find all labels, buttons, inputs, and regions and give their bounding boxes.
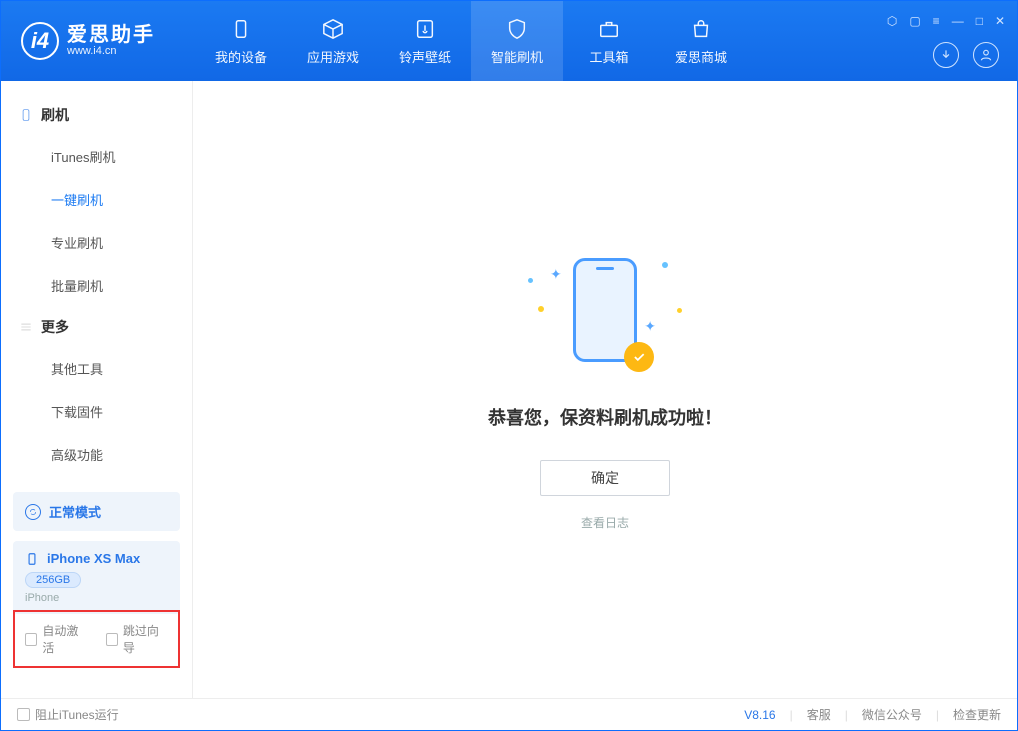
sidebar: 刷机 iTunes刷机 一键刷机 专业刷机 批量刷机 更多 其他工具 下载固件 … xyxy=(1,81,193,698)
download-button[interactable] xyxy=(933,42,959,68)
success-message: 恭喜您，保资料刷机成功啦！ xyxy=(488,404,722,430)
briefcase-icon xyxy=(597,17,621,41)
user-button[interactable] xyxy=(973,42,999,68)
sparkle-dot-icon xyxy=(677,308,682,313)
close-button[interactable]: ✕ xyxy=(995,14,1005,28)
logo-icon: i4 xyxy=(21,22,59,60)
device-info-box[interactable]: iPhone XS Max 256GB iPhone xyxy=(13,541,180,614)
sidebar-section-flash: 刷机 xyxy=(1,95,192,135)
nav-toolbox[interactable]: 工具箱 xyxy=(563,1,655,81)
feedback-icon[interactable]: ▢ xyxy=(909,14,920,28)
checkbox-label: 自动激活 xyxy=(42,622,87,656)
maximize-button[interactable]: □ xyxy=(976,14,983,28)
checkbox-skip-guide[interactable]: 跳过向导 xyxy=(106,622,169,656)
sidebar-item-oneclick-flash[interactable]: 一键刷机 xyxy=(1,178,192,221)
support-link[interactable]: 客服 xyxy=(807,706,831,723)
sparkle-dot-icon xyxy=(528,278,533,283)
sidebar-item-pro-flash[interactable]: 专业刷机 xyxy=(1,221,192,264)
nav-smart-flash[interactable]: 智能刷机 xyxy=(471,1,563,81)
nav-label: 我的设备 xyxy=(215,47,267,66)
version-label: V8.16 xyxy=(744,708,775,722)
header: i4 爱思助手 www.i4.cn 我的设备 应用游戏 铃声壁纸 智能刷机 工具… xyxy=(1,1,1017,81)
view-log-link[interactable]: 查看日志 xyxy=(581,514,629,531)
sparkle-dot-icon xyxy=(538,306,544,312)
sidebar-section-more: 更多 xyxy=(1,307,192,347)
sidebar-item-itunes-flash[interactable]: iTunes刷机 xyxy=(1,135,192,178)
device-mode: 正常模式 xyxy=(49,502,101,521)
sparkle-dot-icon xyxy=(662,262,668,268)
device-icon xyxy=(229,17,253,41)
checkmark-badge-icon xyxy=(624,342,654,372)
logo-text-block: 爱思助手 www.i4.cn xyxy=(67,25,155,57)
divider: | xyxy=(936,708,939,722)
success-illustration: ✦ ✦ xyxy=(520,248,690,378)
list-icon xyxy=(19,320,33,334)
sidebar-item-download-firmware[interactable]: 下载固件 xyxy=(1,390,192,433)
tshirt-icon[interactable]: ⬡ xyxy=(887,14,897,28)
window-controls: ⬡ ▢ ≡ — □ ✕ xyxy=(887,14,1005,28)
phone-icon xyxy=(25,552,39,566)
music-icon xyxy=(413,17,437,41)
nav-label: 智能刷机 xyxy=(491,47,543,66)
header-actions xyxy=(933,42,1005,68)
sparkle-icon: ✦ xyxy=(644,318,656,335)
checkbox-block-itunes[interactable]: 阻止iTunes运行 xyxy=(17,706,119,723)
nav-my-device[interactable]: 我的设备 xyxy=(195,1,287,81)
options-highlight: 自动激活 跳过向导 xyxy=(13,610,180,668)
sidebar-item-batch-flash[interactable]: 批量刷机 xyxy=(1,264,192,307)
footer-right: V8.16 | 客服 | 微信公众号 | 检查更新 xyxy=(744,706,1001,723)
app-url: www.i4.cn xyxy=(67,45,155,57)
nav-label: 工具箱 xyxy=(589,47,628,66)
nav-apps[interactable]: 应用游戏 xyxy=(287,1,379,81)
nav-label: 应用游戏 xyxy=(307,47,359,66)
bag-icon xyxy=(689,17,713,41)
ok-button[interactable]: 确定 xyxy=(540,460,670,496)
nav-store[interactable]: 爱思商城 xyxy=(655,1,747,81)
cube-icon xyxy=(321,17,345,41)
device-mode-box[interactable]: 正常模式 xyxy=(13,492,180,531)
check-update-link[interactable]: 检查更新 xyxy=(953,706,1001,723)
header-right: ⬡ ▢ ≡ — □ ✕ xyxy=(887,14,1005,68)
sidebar-item-advanced[interactable]: 高级功能 xyxy=(1,433,192,476)
minimize-button[interactable]: — xyxy=(952,14,964,28)
section-title: 刷机 xyxy=(41,105,69,125)
checkbox-auto-activate[interactable]: 自动激活 xyxy=(25,622,88,656)
divider: | xyxy=(790,708,793,722)
sidebar-item-other-tools[interactable]: 其他工具 xyxy=(1,347,192,390)
sparkle-icon: ✦ xyxy=(550,266,562,283)
nav-ringtones[interactable]: 铃声壁纸 xyxy=(379,1,471,81)
divider: | xyxy=(845,708,848,722)
phone-icon xyxy=(19,108,33,122)
app-name: 爱思助手 xyxy=(67,25,155,45)
refresh-icon xyxy=(25,504,41,520)
logo[interactable]: i4 爱思助手 www.i4.cn xyxy=(21,22,155,60)
checkbox-label: 阻止iTunes运行 xyxy=(35,706,119,723)
footer: 阻止iTunes运行 V8.16 | 客服 | 微信公众号 | 检查更新 xyxy=(1,698,1017,730)
nav-label: 铃声壁纸 xyxy=(399,47,451,66)
device-panel: 正常模式 iPhone XS Max 256GB iPhone xyxy=(13,492,180,614)
device-capacity: 256GB xyxy=(25,572,81,588)
main-content: ✦ ✦ 恭喜您，保资料刷机成功啦！ 确定 查看日志 xyxy=(193,81,1017,698)
section-title: 更多 xyxy=(41,317,69,337)
menu-icon[interactable]: ≡ xyxy=(933,14,940,28)
checkbox-label: 跳过向导 xyxy=(123,622,168,656)
device-type: iPhone xyxy=(25,592,168,604)
wechat-link[interactable]: 微信公众号 xyxy=(862,706,922,723)
device-name: iPhone XS Max xyxy=(47,551,140,566)
shield-icon xyxy=(505,17,529,41)
nav: 我的设备 应用游戏 铃声壁纸 智能刷机 工具箱 爱思商城 xyxy=(195,1,747,81)
nav-label: 爱思商城 xyxy=(675,47,727,66)
